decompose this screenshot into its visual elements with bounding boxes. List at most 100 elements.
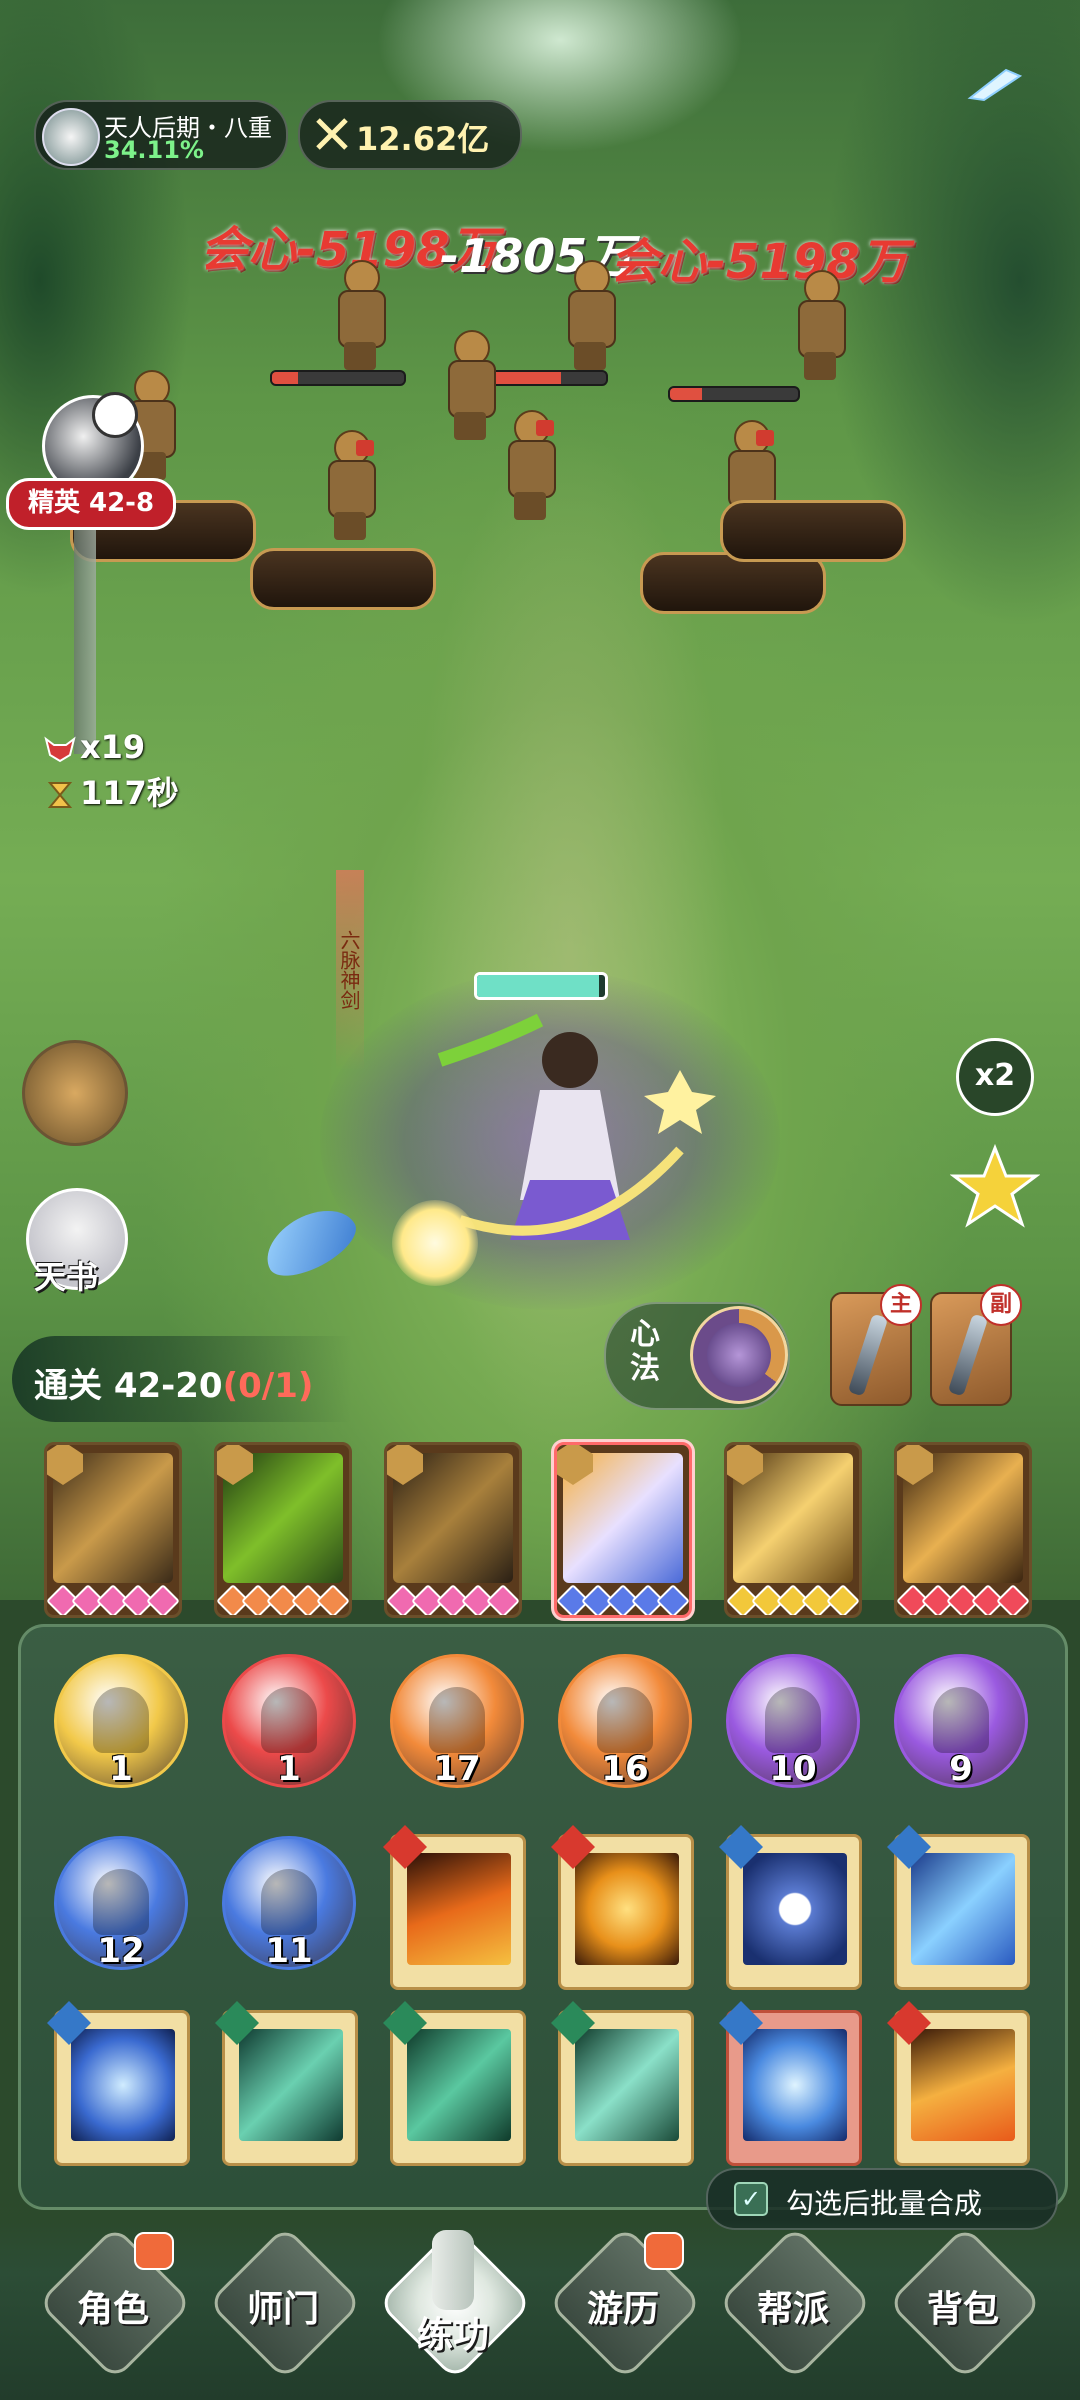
kill-counter: x19: [44, 728, 145, 766]
hero-hp-bar: [474, 972, 608, 1000]
orb-count: 1: [109, 1749, 133, 1789]
nav-train[interactable]: 练功: [377, 2225, 533, 2390]
clear-stage: 通关 42-20: [34, 1366, 223, 1406]
skill-stars: [897, 1584, 1029, 1615]
enemy-cannon[interactable]: [720, 500, 906, 562]
orb-count: 11: [265, 1931, 313, 1971]
orb-count: 10: [769, 1749, 817, 1789]
skill-card-wave[interactable]: [887, 1825, 1030, 1990]
star-skill-button[interactable]: [950, 1144, 1040, 1234]
skill-card-buddha-palm[interactable]: [887, 2001, 1030, 2166]
damage-number-right: 会心-5198万: [610, 234, 908, 290]
batch-merge-label: 勾选后批量合成: [786, 2187, 983, 2220]
skill-orb[interactable]: 17: [390, 1654, 524, 1789]
skill-orb[interactable]: 11: [222, 1836, 356, 1971]
orb-count: 17: [433, 1749, 481, 1789]
skill-card-burst[interactable]: [47, 2001, 190, 2166]
nav-bag-label: 背包: [926, 2289, 999, 2330]
clear-progress-text: 通关 42-20(0/1): [34, 1358, 313, 1407]
skill-card-lotus[interactable]: [551, 1825, 694, 1990]
equipped-skill-2[interactable]: [214, 1442, 352, 1618]
sub-weapon-slot[interactable]: 副: [930, 1284, 1022, 1406]
combat-power-value: 12.62亿: [356, 120, 490, 158]
notification-badge: [134, 2232, 174, 2270]
orb-count: 9: [949, 1749, 973, 1789]
enemy-puppet[interactable]: [790, 270, 850, 380]
stage-timer: 117秒: [44, 768, 179, 814]
skill-stars: [217, 1584, 349, 1615]
skill-card-fire[interactable]: [383, 1825, 526, 1990]
main-weapon-slot[interactable]: 主: [830, 1284, 922, 1406]
enemy-puppet[interactable]: [500, 410, 560, 520]
enemy-hp-bar: [270, 370, 406, 386]
enemy-puppet[interactable]: [330, 260, 390, 370]
nav-guild-label: 帮派: [756, 2289, 829, 2330]
stage-progress-pole: [74, 524, 96, 754]
skill-orb[interactable]: 1: [54, 1654, 188, 1789]
enemy-hp-bar: [668, 386, 800, 402]
training-post-icon: [432, 2230, 474, 2310]
enemy-puppet[interactable]: [560, 260, 620, 370]
stage-label[interactable]: 精英 42-8: [6, 478, 176, 530]
skill-stars: [557, 1584, 689, 1615]
skill-orb[interactable]: 12: [54, 1836, 188, 1971]
skill-card-ice[interactable]: [719, 2001, 862, 2166]
realm-icon: [42, 108, 100, 166]
light-orb-effect: [392, 1200, 478, 1286]
skill-card-scroll[interactable]: [215, 2001, 358, 2166]
nav-travel[interactable]: 游历: [547, 2225, 703, 2390]
equipped-skill-3[interactable]: [384, 1442, 522, 1618]
kill-count: x19: [80, 728, 146, 766]
equipped-skill-4[interactable]: [554, 1442, 692, 1618]
skill-stars: [47, 1584, 179, 1615]
bamboo-right: [760, 0, 1080, 880]
nav-role-label: 角色: [76, 2289, 149, 2330]
loot-bag-button[interactable]: [22, 1040, 128, 1146]
skill-card-needles[interactable]: [383, 2001, 526, 2166]
tianshu-label: 天书: [34, 1258, 99, 1296]
nav-travel-label: 游历: [586, 2289, 659, 2330]
skill-name-banner: 六脉神剑: [336, 870, 364, 1070]
main-weapon-tag: 主: [880, 1284, 922, 1326]
equipped-skill-row: [44, 1442, 1044, 1618]
nav-role[interactable]: 角色: [37, 2225, 193, 2390]
skill-orb[interactable]: 1: [222, 1654, 356, 1789]
xinfa-orb-icon[interactable]: [690, 1306, 788, 1404]
notification-badge: [644, 2232, 684, 2270]
hourglass-icon: [47, 782, 73, 808]
equipped-skill-6[interactable]: [894, 1442, 1032, 1618]
crystal-icon[interactable]: [966, 68, 1022, 102]
skill-stars: [727, 1584, 859, 1615]
batch-merge-checkbox[interactable]: ✓: [734, 2182, 768, 2216]
crossed-swords-icon: [316, 118, 348, 150]
orb-count: 16: [601, 1749, 649, 1789]
xinfa-label: 心法: [630, 1317, 660, 1386]
magnifier-icon[interactable]: [92, 392, 138, 438]
nav-sect[interactable]: 师门: [207, 2225, 363, 2390]
equipped-skill-1[interactable]: [44, 1442, 182, 1618]
nav-guild[interactable]: 帮派: [717, 2225, 873, 2390]
realm-progress: 34.11%: [104, 136, 204, 164]
enemy-puppet[interactable]: [320, 430, 380, 540]
nav-bag[interactable]: 背包: [887, 2225, 1043, 2390]
skill-orb[interactable]: 10: [726, 1654, 860, 1789]
skill-card-palm[interactable]: [551, 2001, 694, 2166]
skill-card-taiji[interactable]: [719, 1825, 862, 1990]
nav-sect-label: 师门: [246, 2289, 319, 2330]
orb-count: 12: [97, 1931, 145, 1971]
skill-stars: [387, 1584, 519, 1615]
skill-orb[interactable]: 9: [894, 1654, 1028, 1789]
combat-power[interactable]: 12.62亿: [298, 100, 522, 170]
equipped-skill-5[interactable]: [724, 1442, 862, 1618]
realm-indicator[interactable]: 天人后期・八重 34.11%: [34, 100, 288, 170]
demon-head-icon: [44, 736, 76, 763]
timer-value: 117秒: [80, 774, 179, 812]
speed-toggle-button[interactable]: x2: [956, 1038, 1034, 1116]
orb-count: 1: [277, 1749, 301, 1789]
clear-count: (0/1): [222, 1366, 314, 1406]
enemy-cannon[interactable]: [250, 548, 436, 610]
skill-orb[interactable]: 16: [558, 1654, 692, 1789]
enemy-puppet[interactable]: [440, 330, 500, 440]
nav-train-label: 练功: [416, 2315, 489, 2356]
sub-weapon-tag: 副: [980, 1284, 1022, 1326]
